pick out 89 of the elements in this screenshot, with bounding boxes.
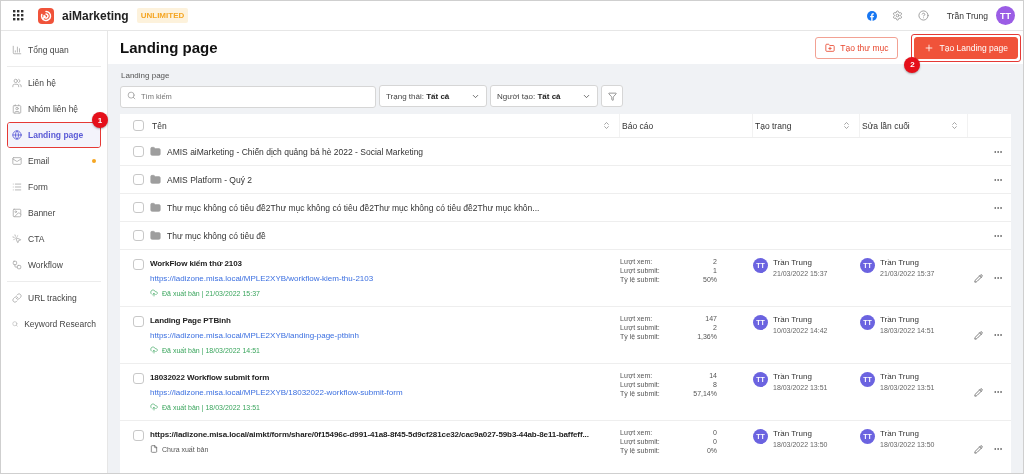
file-icon — [150, 445, 158, 453]
filter-button[interactable] — [601, 85, 623, 107]
column-header[interactable]: Sửa lần cuối — [860, 114, 968, 137]
sort-icon[interactable] — [602, 121, 611, 130]
step-badge: 1 — [92, 112, 108, 128]
page-name[interactable]: https://ladizone.misa.local/aimkt/form/share/0f15496c-d991-41a8-8f45-5d9cf281ce32/cac9a027-59b3-44ab-8e11-baffeff... — [150, 430, 589, 439]
row-checkbox[interactable] — [132, 174, 144, 185]
nav-icon — [12, 293, 22, 303]
nav-icon — [12, 45, 22, 55]
plan-badge: UNLIMITED — [136, 8, 189, 23]
facebook-icon[interactable] — [866, 10, 877, 21]
folder-icon — [150, 202, 161, 213]
column-header: Báo cáo — [620, 114, 753, 137]
user-name: Trần Trung — [880, 315, 920, 324]
nav-icon — [12, 156, 22, 166]
row-checkbox[interactable] — [132, 373, 144, 384]
user-name: Trần Trung — [880, 372, 920, 381]
create-folder-button[interactable]: Tạo thư mục — [815, 36, 899, 59]
folder-name[interactable]: Thư mục không có tiêu đề — [167, 230, 266, 241]
page-url-link[interactable]: https://ladizone.misa.local/MPLE2XYB/landing-page-ptbinh — [150, 331, 620, 340]
plus-icon — [924, 42, 935, 53]
edit-icon[interactable] — [974, 330, 983, 340]
page-name[interactable]: WorkFlow kiểm thử 2103 — [150, 259, 242, 268]
filter-dropdown[interactable]: Trạng thái: Tất cả — [379, 85, 487, 107]
sidebar-item[interactable]: Landing page — [8, 123, 100, 147]
row-checkbox[interactable] — [132, 430, 144, 441]
nav-icon — [12, 182, 22, 192]
user-name: Trần Trung — [773, 372, 813, 381]
cloud-upload-icon — [150, 346, 158, 354]
folder-icon — [150, 146, 161, 157]
sort-icon[interactable] — [842, 121, 851, 130]
row-checkbox[interactable] — [132, 146, 144, 157]
user-name: Trần Trung — [773, 258, 813, 267]
page-url-link[interactable]: https://ladizone.misa.local/MPLE2XYB/18032022-workflow-submit-form — [150, 388, 620, 397]
sidebar-item[interactable]: Liên hệ — [8, 71, 100, 95]
nav-icon — [12, 260, 22, 270]
cloud-upload-icon — [150, 289, 158, 297]
cloud-upload-icon — [150, 403, 158, 411]
row-checkbox[interactable] — [132, 259, 144, 270]
step-badge: 2 — [904, 56, 921, 73]
nav-icon — [12, 319, 19, 329]
search-icon — [127, 91, 136, 100]
settings-icon[interactable] — [891, 10, 903, 21]
sidebar-item[interactable]: Workflow — [8, 253, 100, 277]
folder-name[interactable]: AMIS aiMarketing - Chiến dịch quảng bá hè 2022 - Social Marketing — [167, 146, 424, 157]
folder-name[interactable]: AMIS Platform - Quý 2 — [167, 174, 253, 185]
filter-icon — [607, 91, 617, 101]
apps-menu-icon[interactable] — [13, 10, 24, 21]
row-checkbox[interactable] — [132, 230, 144, 241]
column-header[interactable]: Tên — [150, 114, 620, 137]
edit-icon[interactable] — [974, 273, 983, 283]
edit-icon[interactable] — [974, 387, 983, 397]
sidebar-item[interactable]: Form — [8, 175, 100, 199]
row-checkbox[interactable] — [132, 316, 144, 327]
sidebar-item[interactable]: URL tracking — [8, 286, 100, 310]
sidebar-item[interactable]: Banner — [8, 201, 100, 225]
user-name: Trần Trung — [880, 429, 920, 438]
logo-icon — [38, 7, 54, 24]
folder-plus-icon — [825, 42, 836, 53]
sidebar-item[interactable]: Keyword Research — [8, 312, 100, 336]
nav-icon — [12, 78, 22, 88]
sort-icon[interactable] — [950, 121, 959, 130]
page-name[interactable]: 18032022 Workflow submit form — [150, 373, 270, 382]
user-name: Trần Trung — [946, 10, 988, 21]
nav-icon — [12, 208, 22, 218]
nav-icon — [12, 130, 22, 140]
sidebar-item[interactable]: Email — [8, 149, 100, 173]
row-checkbox[interactable] — [132, 202, 144, 213]
sidebar-item[interactable]: Tổng quan — [8, 38, 100, 62]
user-name: Trần Trung — [880, 258, 920, 267]
folder-icon — [150, 174, 161, 185]
edit-icon[interactable] — [974, 444, 983, 454]
nav-icon — [12, 234, 22, 244]
select-all-checkbox[interactable] — [132, 120, 144, 131]
nav-icon — [12, 104, 22, 114]
folder-name[interactable]: Thư mục không có tiêu đề2Thư mục không có tiêu đề2Thư mục không có tiêu đề2Thư mục khôn... — [167, 202, 540, 213]
filter-dropdown[interactable]: Người tạo: Tất cả — [490, 85, 598, 107]
create-landing-page-button[interactable]: Tạo Landing page — [914, 36, 1018, 59]
page-name[interactable]: Landing Page PTBinh — [150, 316, 231, 325]
page-title: Landing page — [120, 39, 218, 56]
sidebar-item[interactable]: CTA — [8, 227, 100, 251]
user-name: Trần Trung — [773, 315, 813, 324]
folder-icon — [150, 230, 161, 241]
column-header[interactable]: Tạo trang — [753, 114, 860, 137]
user-name: Trần Trung — [773, 429, 813, 438]
brand-name: aiMarketing — [62, 8, 129, 23]
user-avatar[interactable]: TT — [996, 6, 1015, 25]
help-icon[interactable] — [917, 10, 929, 21]
page-url-link[interactable]: https://ladizone.misa.local/MPLE2XYB/workflow-kiem-thu-2103 — [150, 274, 620, 283]
